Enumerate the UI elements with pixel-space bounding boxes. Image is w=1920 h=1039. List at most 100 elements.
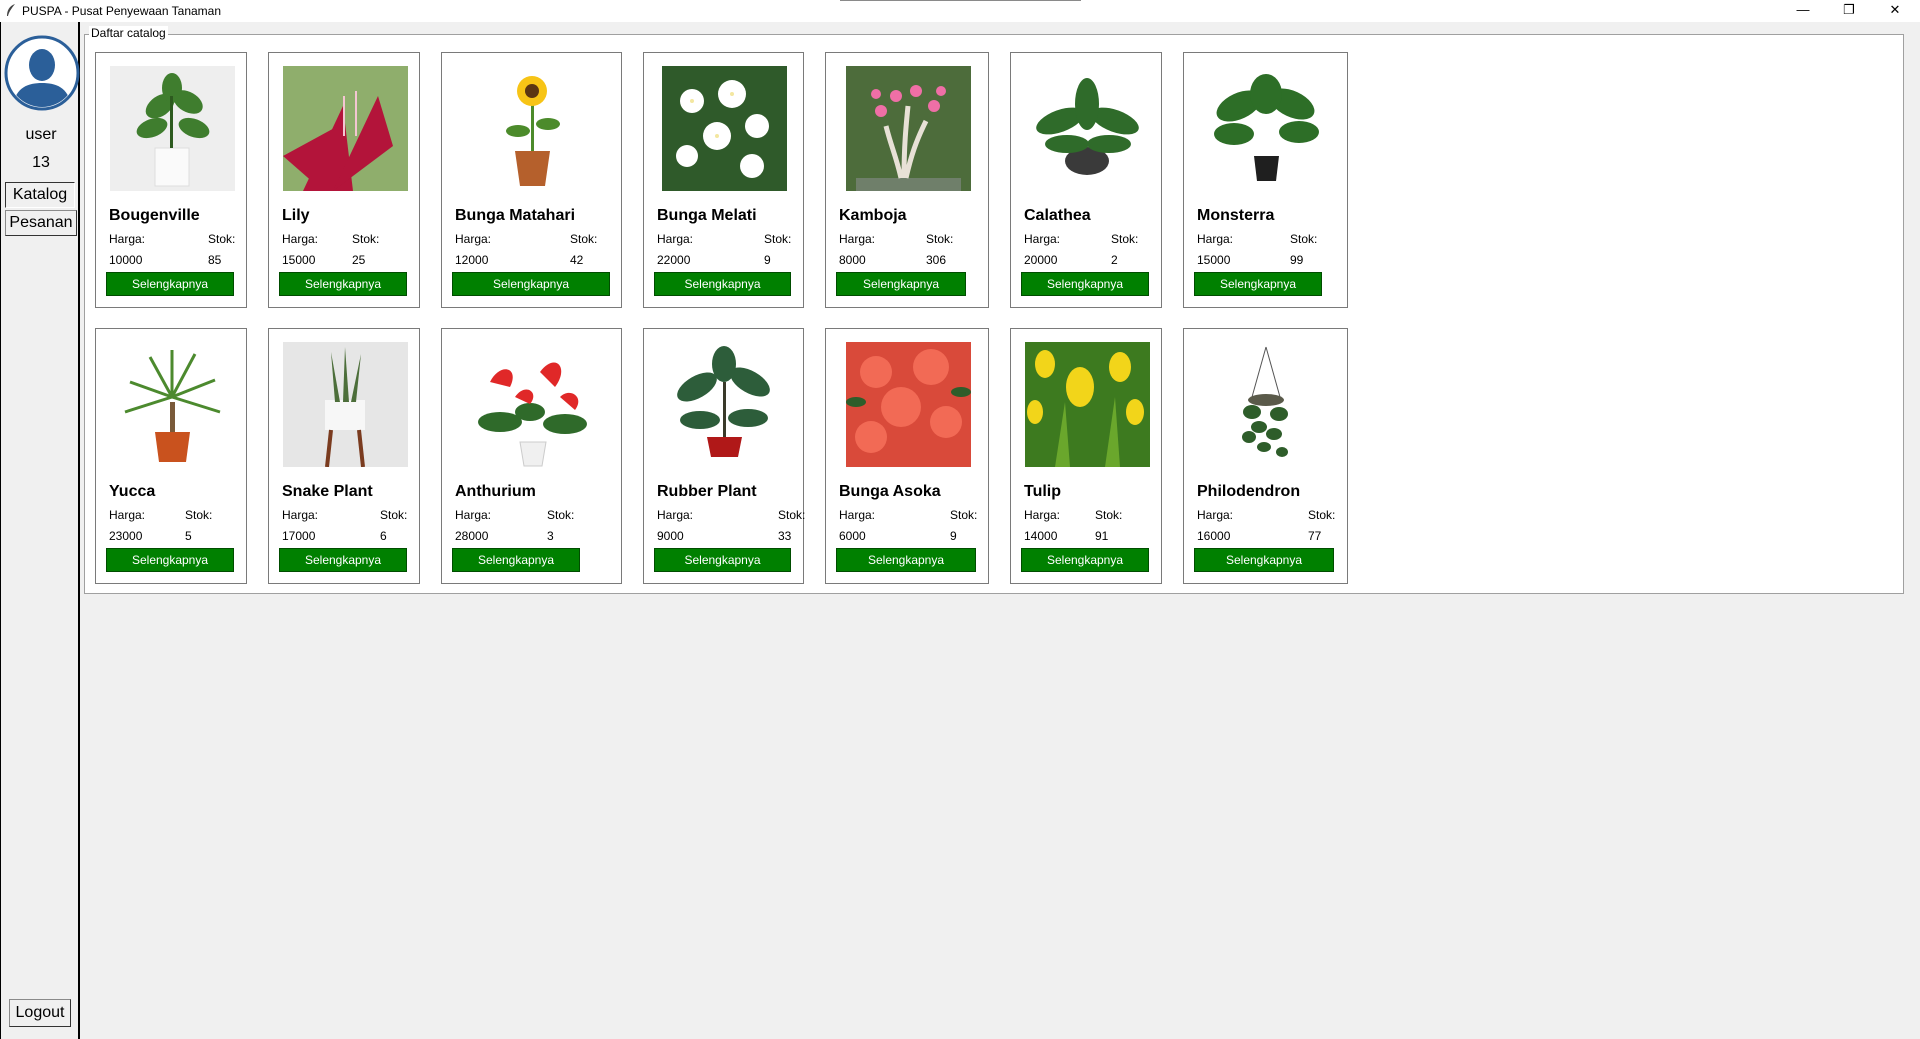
catalog-card: Yucca Harga: Stok: 23000 5 Selengkapnya [95,328,247,584]
stock-label: Stok: [380,508,408,522]
orders-button[interactable]: Pesanan [5,210,77,236]
price-label: Harga: [1197,232,1234,246]
price-value: 15000 [1197,253,1231,267]
flower-image [846,66,971,191]
stock-value: 25 [352,253,366,267]
price-label: Harga: [657,232,694,246]
window-drag-indicator [840,0,1081,1]
catalog-button[interactable]: Katalog [5,182,75,208]
stock-label: Stok: [208,232,236,246]
price-label: Harga: [657,508,694,522]
plant-name: Anthurium [455,483,536,500]
stock-label: Stok: [1308,508,1336,522]
catalog-card: Bunga Matahari Harga: Stok: 12000 42 Sel… [441,52,622,308]
catalog-card: Bunga Melati Harga: Stok: 22000 9 Seleng… [643,52,804,308]
plant-image [662,342,787,467]
plant-name: Kamboja [839,207,907,224]
detail-button[interactable]: Selengkapnya [836,272,966,296]
detail-button[interactable]: Selengkapnya [1194,548,1334,572]
sunflower-image [470,66,595,191]
price-label: Harga: [455,232,492,246]
price-label: Harga: [839,232,876,246]
stock-value: 2 [1111,253,1118,267]
catalog-card: Lily Harga: Stok: 15000 25 Selengkapnya [268,52,420,308]
minimize-button[interactable]: — [1780,0,1826,22]
stock-label: Stok: [764,232,792,246]
stock-value: 6 [380,529,387,543]
stock-label: Stok: [1095,508,1123,522]
sidebar: user 13 Katalog Pesanan Logout [0,22,80,1039]
price-value: 17000 [282,529,316,543]
price-value: 8000 [839,253,866,267]
flower-image [846,342,971,467]
restore-button[interactable]: ❐ [1826,0,1872,22]
flower-image [662,66,787,191]
plant-name: Bunga Melati [657,207,757,224]
stock-label: Stok: [1111,232,1139,246]
price-label: Harga: [455,508,492,522]
user-number-label: 13 [32,154,50,171]
plant-name: Bougenville [109,207,200,224]
detail-button[interactable]: Selengkapnya [836,548,976,572]
price-label: Harga: [109,508,146,522]
price-label: Harga: [109,232,146,246]
username-label: user [25,126,57,143]
plant-name: Bunga Asoka [839,483,941,500]
catalog-card: Rubber Plant Harga: Stok: 9000 33 Seleng… [643,328,806,584]
plant-name: Snake Plant [282,483,373,500]
logout-button[interactable]: Logout [9,999,71,1027]
stock-label: Stok: [185,508,213,522]
detail-button[interactable]: Selengkapnya [452,272,610,296]
stock-label: Stok: [1290,232,1318,246]
stock-label: Stok: [547,508,575,522]
price-label: Harga: [1024,508,1061,522]
plant-name: Lily [282,207,310,224]
price-label: Harga: [282,232,319,246]
stock-label: Stok: [778,508,806,522]
detail-button[interactable]: Selengkapnya [279,548,407,572]
catalog-card: Tulip Harga: Stok: 14000 91 Selengkapnya [1010,328,1162,584]
price-value: 14000 [1024,529,1058,543]
plant-name: Philodendron [1197,483,1301,500]
stock-value: 33 [778,529,792,543]
price-label: Harga: [839,508,876,522]
avatar-icon [4,35,80,111]
plant-image [110,66,235,191]
detail-button[interactable]: Selengkapnya [1021,272,1149,296]
catalog-card: Bougenville Harga: Stok: 10000 85 Seleng… [95,52,247,308]
price-value: 23000 [109,529,143,543]
detail-button[interactable]: Selengkapnya [452,548,580,572]
plant-image [110,342,235,467]
price-label: Harga: [1024,232,1061,246]
price-value: 20000 [1024,253,1058,267]
detail-button[interactable]: Selengkapnya [1194,272,1322,296]
plant-image [1204,342,1329,467]
stock-value: 91 [1095,529,1109,543]
close-button[interactable]: ✕ [1872,0,1918,22]
detail-button[interactable]: Selengkapnya [106,548,234,572]
flower-image [283,66,408,191]
title-bar: PUSPA - Pusat Penyewaan Tanaman — ❐ ✕ [0,0,1920,22]
stock-value: 77 [1308,529,1322,543]
stock-label: Stok: [950,508,978,522]
price-value: 28000 [455,529,489,543]
stock-value: 9 [764,253,771,267]
price-label: Harga: [1197,508,1234,522]
detail-button[interactable]: Selengkapnya [1021,548,1149,572]
price-value: 10000 [109,253,143,267]
flower-image [1025,342,1150,467]
detail-button[interactable]: Selengkapnya [106,272,234,296]
stock-label: Stok: [352,232,380,246]
catalog-card: Anthurium Harga: Stok: 28000 3 Selengkap… [441,328,622,584]
catalog-card: Bunga Asoka Harga: Stok: 6000 9 Selengka… [825,328,989,584]
detail-button[interactable]: Selengkapnya [654,548,791,572]
plant-name: Yucca [109,483,156,500]
detail-button[interactable]: Selengkapnya [279,272,407,296]
plant-name: Tulip [1024,483,1062,500]
detail-button[interactable]: Selengkapnya [654,272,791,296]
stock-value: 99 [1290,253,1304,267]
plant-image [283,342,408,467]
stock-label: Stok: [926,232,954,246]
flower-image [470,342,595,467]
price-value: 9000 [657,529,684,543]
